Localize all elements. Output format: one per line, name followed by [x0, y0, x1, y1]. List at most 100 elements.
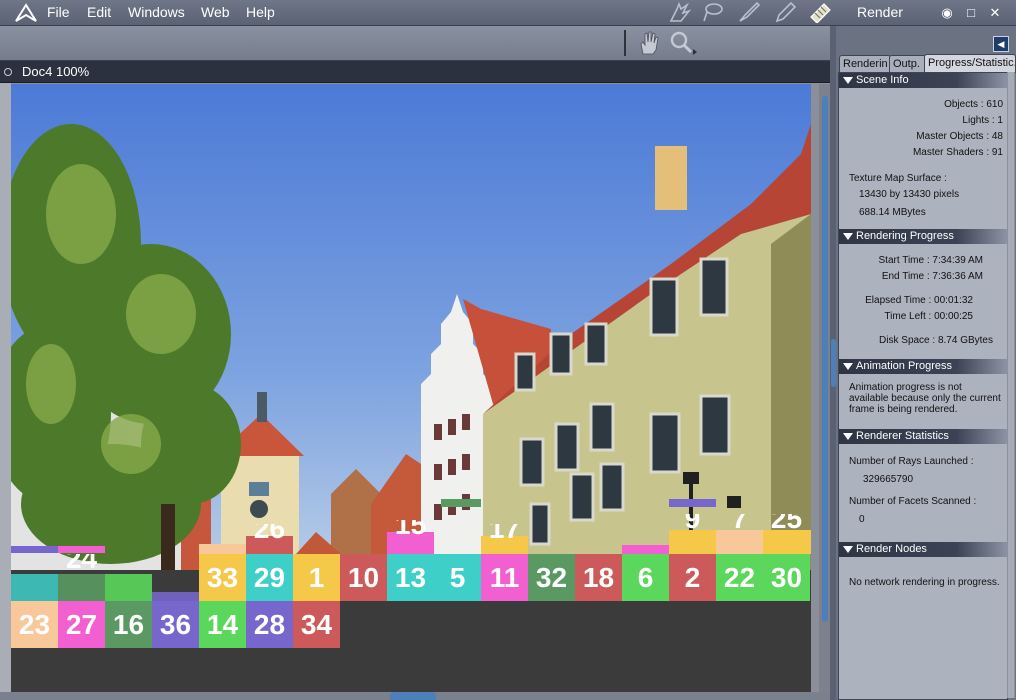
partial-bucket-label: 7 [731, 514, 748, 534]
stat-master-objects: Master Objects : 48 [916, 131, 1003, 142]
menu-help[interactable]: Help [246, 4, 275, 20]
stat-time-left: Time Left : 00:00:25 [884, 311, 973, 322]
partial-bucket-strip [199, 544, 246, 554]
partial-bucket-strip [669, 499, 716, 507]
render-bucket: 6 [622, 554, 669, 601]
stat-facets-value: 0 [859, 514, 865, 525]
partial-bucket-strip [441, 499, 481, 507]
render-bucket: 22 [716, 554, 763, 601]
render-bucket: 33 [199, 554, 246, 601]
menu-edit[interactable]: Edit [87, 4, 111, 20]
section-scene-info[interactable]: Scene Info [839, 73, 1007, 88]
stat-start-time: Start Time : 7:34:39 AM [878, 255, 984, 266]
render-bucket: 30 [763, 554, 810, 601]
zoom-icon[interactable] [669, 30, 699, 56]
render-bucket: 13 [387, 554, 434, 601]
section-heading: Render Nodes [856, 543, 927, 555]
tab-rendering[interactable]: Renderin [839, 55, 891, 72]
render-bucket: 36 [152, 601, 199, 648]
stat-texture-label: Texture Map Surface : [849, 173, 947, 184]
pen-icon[interactable] [773, 1, 797, 23]
toolbar-separator [624, 30, 626, 56]
animation-progress-text: Animation progress is not available beca… [849, 382, 1001, 415]
collapse-triangle-icon [843, 232, 853, 240]
stat-texture-mb: 688.14 MBytes [859, 207, 926, 218]
menu-windows[interactable]: Windows [128, 4, 185, 20]
panel-tabs: Renderin Outp. Progress/Statistic. [836, 54, 1016, 73]
panel-scroll-thumb[interactable] [1008, 72, 1014, 698]
stat-disk-space: Disk Space : 8.74 GBytes [879, 335, 993, 346]
tab-progress-statistics[interactable]: Progress/Statistic. [924, 54, 1016, 73]
partial-bucket-label: 25 [770, 514, 803, 534]
render-bucket: 2 [669, 554, 716, 601]
grab-hand-icon[interactable] [637, 30, 661, 56]
render-canvas[interactable]: 24 26 15 17 9 7 25 33 29 1 10 13 5 11 32 18 6 2 22 30 23 27 1… [11, 84, 811, 692]
vertical-scrollbar[interactable] [819, 84, 830, 692]
menu-file[interactable]: File [47, 4, 70, 20]
vertical-scroll-thumb[interactable] [822, 96, 828, 622]
render-bucket: 14 [199, 601, 246, 648]
stat-elapsed-time: Elapsed Time : 00:01:32 [865, 295, 973, 306]
horizontal-scrollbar[interactable] [0, 692, 830, 700]
render-nodes-text: No network rendering in progress. [849, 577, 1000, 588]
stat-master-shaders: Master Shaders : 91 [912, 147, 1003, 158]
partial-bucket-strip [152, 592, 199, 601]
partial-bucket-strip [58, 574, 105, 601]
eye-icon[interactable]: ◉ [939, 5, 955, 21]
section-heading: Renderer Statistics [856, 430, 949, 442]
render-bucket: 34 [293, 601, 340, 648]
brush-icon[interactable] [737, 1, 761, 23]
render-bucket: 27 [58, 601, 105, 648]
section-renderer-statistics[interactable]: Renderer Statistics [839, 429, 1007, 444]
menu-bar: File Edit Windows Web Help Render ◉ □ ✕ [0, 0, 1016, 26]
document-tab-icon [4, 68, 12, 76]
horizontal-scroll-thumb[interactable] [390, 692, 436, 700]
render-bucket: 1 [293, 554, 340, 601]
section-heading: Rendering Progress [856, 230, 954, 242]
render-bucket: 32 [528, 554, 575, 601]
menu-web[interactable]: Web [201, 4, 230, 20]
render-bucket: 11 [481, 554, 528, 601]
partial-bucket-label: 15 [394, 520, 427, 540]
hand-brush-icon[interactable] [667, 1, 691, 23]
stat-facets-label: Number of Facets Scanned : [849, 496, 977, 507]
stat-rays-label: Number of Rays Launched : [849, 456, 974, 467]
partial-bucket-strip [105, 574, 152, 601]
render-bucket: 23 [11, 601, 58, 648]
partial-bucket-strip [11, 574, 58, 601]
render-bucket: 16 [105, 601, 152, 648]
section-render-nodes[interactable]: Render Nodes [839, 542, 1007, 557]
render-bucket: 10 [340, 554, 387, 601]
collapse-triangle-icon [843, 362, 853, 370]
document-tab[interactable]: Doc4 100% [0, 61, 830, 83]
partial-bucket-label: 26 [253, 524, 286, 544]
panel-content: Scene Info Objects : 610 Lights : 1 Mast… [838, 72, 1008, 700]
partial-bucket-strip [11, 546, 58, 553]
stat-rays-value: 329665790 [863, 474, 914, 485]
document-title: Doc4 100% [22, 64, 90, 79]
close-button[interactable]: ✕ [987, 5, 1003, 21]
partial-bucket-strip [622, 545, 669, 554]
stat-objects: Objects : 610 [944, 99, 1003, 110]
render-panel-title: Render [857, 4, 903, 20]
stat-texture-size: 13430 by 13430 pixels [859, 189, 960, 200]
panel-scrollbar[interactable] [1007, 72, 1015, 698]
collapse-triangle-icon [843, 76, 853, 84]
film-render-icon[interactable] [808, 1, 832, 23]
section-heading: Scene Info [856, 74, 909, 86]
partial-bucket-label: 17 [488, 524, 521, 544]
render-bucket: 28 [246, 601, 293, 648]
stat-lights: Lights : 1 [962, 115, 1003, 126]
section-heading: Animation Progress [856, 360, 952, 372]
section-animation-progress[interactable]: Animation Progress [839, 359, 1007, 374]
stat-end-time: End Time : 7:36:36 AM [881, 271, 983, 282]
render-bucket: 29 [246, 554, 293, 601]
render-panel: ◀ Renderin Outp. Progress/Statistic. Sce… [836, 26, 1016, 700]
collapse-triangle-icon [843, 545, 853, 553]
lasso-icon[interactable] [701, 1, 725, 23]
section-rendering-progress[interactable]: Rendering Progress [839, 229, 1007, 244]
pin-icon[interactable]: ◀ [993, 36, 1009, 52]
partial-bucket-label: 9 [684, 514, 701, 534]
maximize-button[interactable]: □ [963, 5, 979, 21]
tab-output[interactable]: Outp. [889, 55, 927, 72]
